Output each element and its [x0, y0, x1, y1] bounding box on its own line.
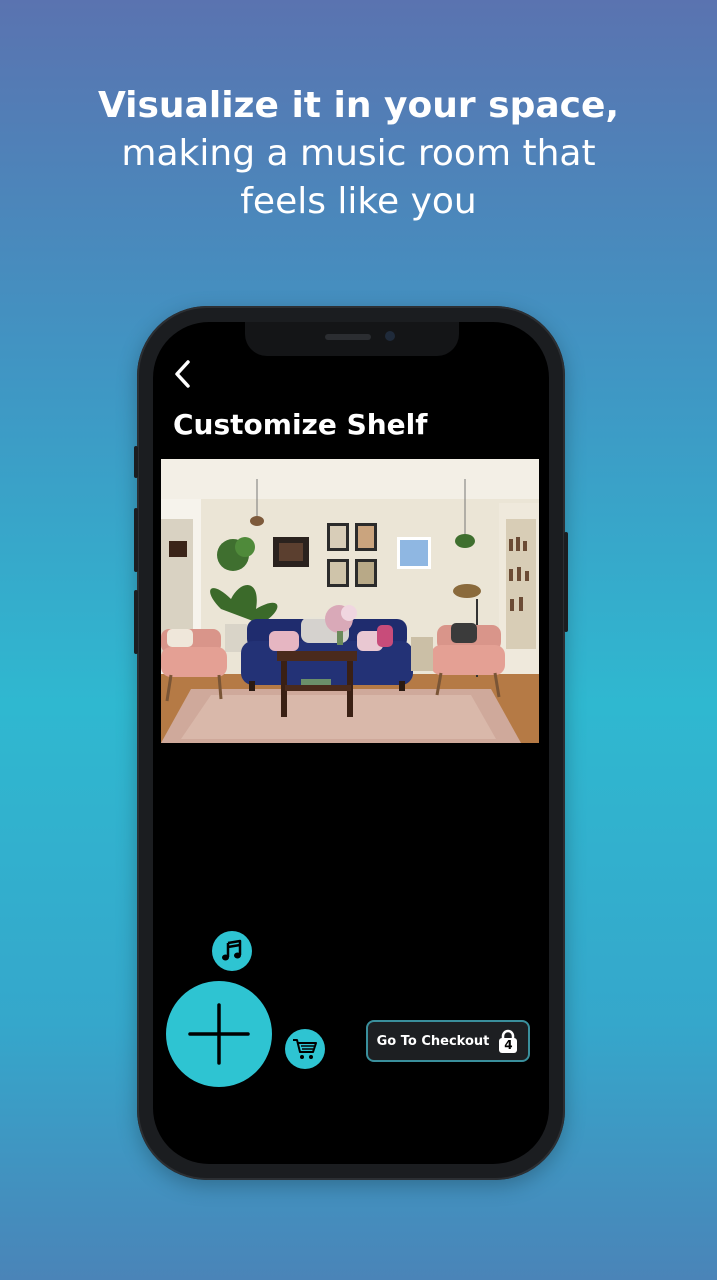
music-note-icon	[222, 939, 242, 961]
cart-button[interactable]	[285, 1029, 325, 1069]
cart-count-badge: 4	[504, 1038, 513, 1052]
living-room-illustration	[161, 459, 539, 743]
chevron-left-icon	[175, 360, 190, 388]
page-title: Customize Shelf	[173, 408, 428, 441]
front-camera	[385, 331, 395, 341]
promo-headline-line3: feels like you	[240, 181, 477, 222]
phone-notch	[245, 322, 459, 356]
plus-icon	[188, 1003, 250, 1065]
phone-volume-up	[134, 508, 138, 572]
earpiece-speaker	[325, 334, 371, 340]
add-item-button[interactable]	[166, 981, 272, 1087]
phone-screen: Customize Shelf Go To Checkout 4	[153, 322, 549, 1164]
go-to-checkout-button[interactable]: Go To Checkout 4	[366, 1020, 530, 1062]
phone-volume-down	[134, 590, 138, 654]
back-button[interactable]	[165, 356, 201, 392]
promo-headline: Visualize it in your space, making a mus…	[0, 82, 717, 226]
promo-headline-bold: Visualize it in your space,	[97, 85, 620, 126]
promo-headline-line2: making a music room that	[121, 133, 596, 174]
phone-mute-switch	[134, 446, 138, 478]
room-preview-image	[161, 459, 539, 743]
phone-power-button	[564, 532, 568, 632]
lock-icon: 4	[497, 1029, 519, 1053]
checkout-label: Go To Checkout	[376, 1033, 490, 1049]
phone-frame: Customize Shelf Go To Checkout 4	[134, 306, 568, 1180]
music-button[interactable]	[212, 931, 252, 971]
cart-icon	[293, 1039, 317, 1059]
